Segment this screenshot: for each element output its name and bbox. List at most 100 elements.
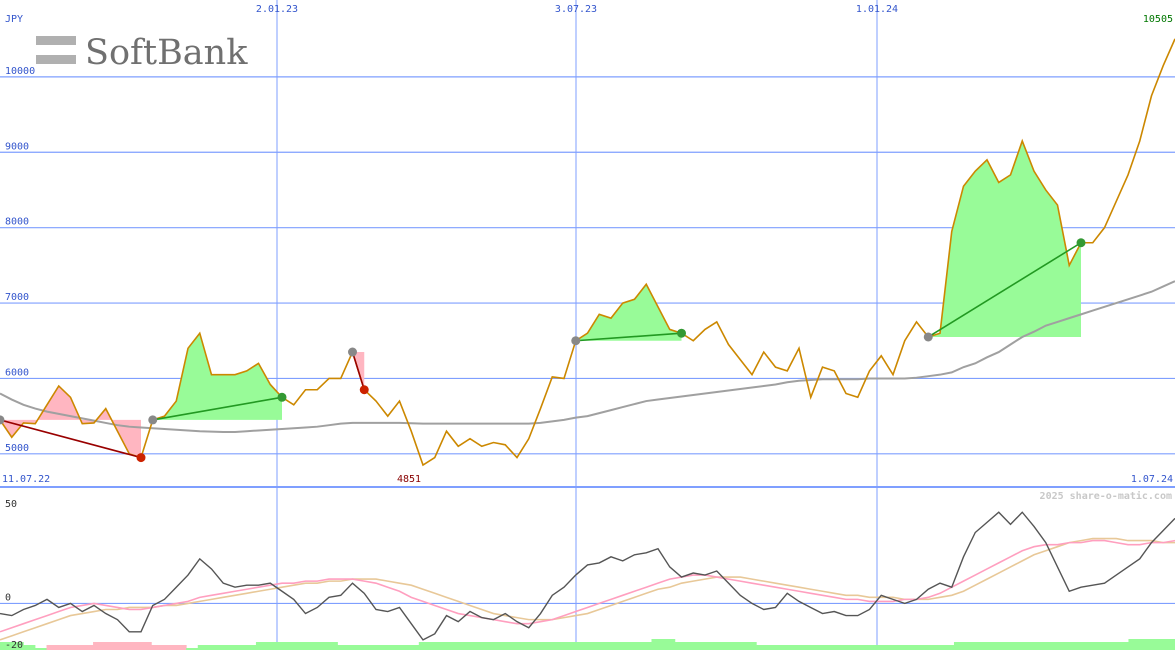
volume-bar xyxy=(383,645,397,650)
volume-bar xyxy=(290,642,303,650)
volume-bar xyxy=(1058,642,1071,650)
logo-bar-bottom xyxy=(36,55,76,64)
volume-bar xyxy=(1105,642,1118,650)
volume-bar xyxy=(465,642,478,650)
logo-bar-top xyxy=(36,36,76,45)
y-tick-label: 5000 xyxy=(5,443,29,454)
volume-bar xyxy=(628,642,641,650)
volume-bar xyxy=(721,642,734,650)
oscillator-tick-label: 0 xyxy=(5,592,11,603)
date-tick-label: 1.01.24 xyxy=(856,4,898,15)
volume-bar xyxy=(1140,639,1153,650)
volume-bar xyxy=(686,642,699,650)
volume-bar xyxy=(919,645,932,650)
oscillator-panel xyxy=(0,511,1175,650)
volume-bar xyxy=(570,642,583,650)
volume-bar xyxy=(488,642,501,650)
volume-bar xyxy=(698,642,711,650)
volume-bar xyxy=(965,642,978,650)
volume-bar xyxy=(709,642,722,650)
volume-bar xyxy=(1081,642,1095,650)
volume-bar xyxy=(1128,639,1141,650)
volume-bar xyxy=(639,642,652,650)
volume-bar xyxy=(395,645,408,650)
volume-bar xyxy=(860,645,874,650)
oscillator-signal-pink xyxy=(0,539,1175,633)
logo-text: SoftBank xyxy=(85,33,248,73)
volume-bar xyxy=(779,645,792,650)
volume-bar xyxy=(988,642,1001,650)
volume-bar xyxy=(977,642,990,650)
volume-bar xyxy=(407,645,420,650)
y-tick-label: 6000 xyxy=(5,367,29,378)
oscillator-tick-label: -20 xyxy=(5,640,23,650)
volume-bar xyxy=(372,645,385,650)
volume-bar xyxy=(476,642,490,650)
volume-bar xyxy=(314,642,327,650)
volume-bar xyxy=(69,645,82,650)
volume-bar xyxy=(360,645,373,650)
volume-bar xyxy=(1047,642,1060,650)
share-price-chart: JPY 10505 11.07.22 1.07.24 4851 2025 sha… xyxy=(0,0,1175,650)
volume-bar xyxy=(663,639,676,650)
volume-bar xyxy=(162,645,176,650)
volume-bar xyxy=(1000,642,1013,650)
volume-bar xyxy=(1070,642,1083,650)
volume-bar xyxy=(1035,642,1048,650)
volume-bar xyxy=(756,645,769,650)
volume-bar xyxy=(1093,642,1106,650)
volume-bar xyxy=(267,642,280,650)
y-tick-label: 10000 xyxy=(5,66,35,77)
trade-entry-marker xyxy=(571,336,581,346)
volume-bar xyxy=(430,642,443,650)
volume-bar xyxy=(791,645,804,650)
volume-bar xyxy=(453,642,466,650)
volume-bar xyxy=(849,645,862,650)
volume-bar xyxy=(814,645,827,650)
volume-bar xyxy=(953,642,967,650)
gain-area xyxy=(575,284,682,341)
volume-bar xyxy=(604,642,618,650)
volume-bar xyxy=(349,645,362,650)
volume-bar xyxy=(930,645,943,650)
y-tick-label: 8000 xyxy=(5,217,29,228)
volume-bar xyxy=(802,645,815,650)
volume-bar xyxy=(244,645,257,650)
x-end-label: 1.07.24 xyxy=(1131,474,1173,485)
volume-bar xyxy=(1163,639,1175,650)
trade-exit-marker xyxy=(677,328,686,338)
volume-bar xyxy=(767,645,780,650)
last-value-label: 10505 xyxy=(1143,14,1173,25)
volume-bar xyxy=(837,645,850,650)
volume-bar xyxy=(232,645,245,650)
y-tick-label: 9000 xyxy=(5,141,29,152)
volume-bar xyxy=(581,642,594,650)
x-start-label: 11.07.22 xyxy=(2,474,50,485)
volume-bar xyxy=(558,642,571,650)
volume-bar xyxy=(500,642,513,650)
volume-bar xyxy=(302,642,315,650)
softbank-logo: SoftBank xyxy=(36,33,248,73)
oscillator-tick-label: 50 xyxy=(5,499,17,510)
trade-entry-marker xyxy=(348,347,357,357)
volume-bar xyxy=(442,642,455,650)
date-tick-label: 3.07.23 xyxy=(555,4,597,15)
volume-bar xyxy=(744,642,757,650)
trade-exit-marker xyxy=(1076,238,1086,248)
volume-bar xyxy=(872,645,885,650)
volume-bar xyxy=(46,645,59,650)
volume-bar xyxy=(418,642,431,650)
volume-bar xyxy=(255,642,269,650)
currency-label: JPY xyxy=(5,14,23,25)
watermark: 2025 share-o-matic.com xyxy=(1040,490,1172,502)
volume-bar xyxy=(942,645,955,650)
volume-bar xyxy=(546,642,559,650)
y-tick-label: 7000 xyxy=(5,292,29,303)
volume-bar xyxy=(337,645,350,650)
volume-bar xyxy=(523,642,536,650)
date-tick-label: 2.01.23 xyxy=(256,4,298,15)
volume-bar xyxy=(593,642,606,650)
trade-entry-marker xyxy=(148,415,158,425)
volume-bar xyxy=(325,642,338,650)
volume-bar xyxy=(116,642,129,650)
